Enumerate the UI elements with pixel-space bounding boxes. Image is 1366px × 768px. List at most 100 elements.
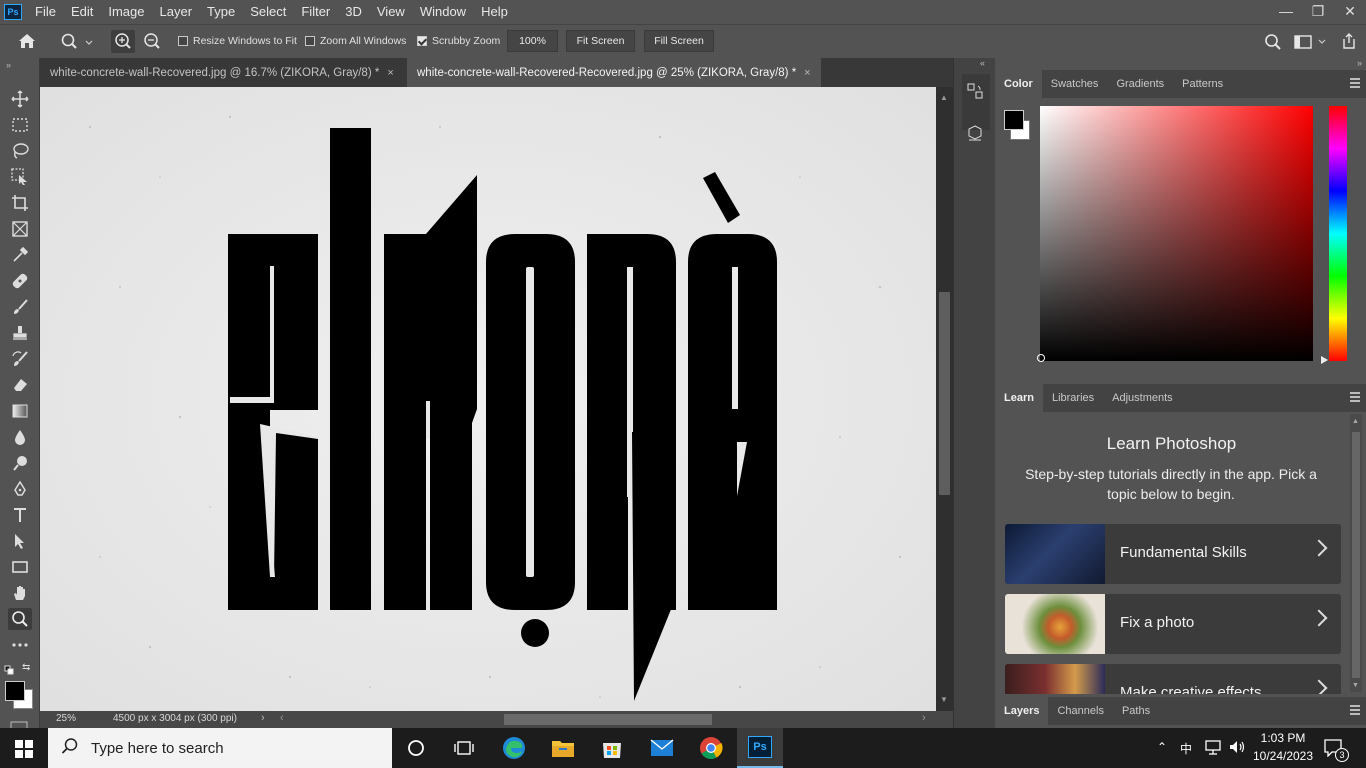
zoom-level-readout[interactable]: 25% [56, 713, 76, 724]
scroll-down-icon[interactable]: ▼ [1352, 682, 1359, 689]
menu-edit[interactable]: Edit [64, 0, 101, 24]
tab-patterns[interactable]: Patterns [1173, 70, 1232, 98]
fit-screen-button[interactable]: Fit Screen [566, 30, 635, 52]
lasso-tool-icon[interactable] [8, 140, 32, 162]
scroll-thumb[interactable] [939, 292, 950, 495]
home-icon[interactable] [18, 33, 36, 54]
file-explorer-icon[interactable] [549, 734, 577, 762]
status-menu-arrow-icon[interactable]: › [261, 712, 265, 724]
clock-time[interactable]: 1:03 PM [1252, 731, 1314, 745]
frame-tool-icon[interactable] [8, 218, 32, 240]
microsoft-store-icon[interactable] [598, 734, 626, 762]
blur-tool-icon[interactable] [8, 426, 32, 448]
tab-color[interactable]: Color [995, 70, 1042, 98]
document-canvas[interactable] [40, 87, 936, 711]
hand-tool-icon[interactable] [8, 582, 32, 604]
mail-icon[interactable] [648, 734, 676, 762]
menu-layer[interactable]: Layer [153, 0, 201, 24]
menu-type[interactable]: Type [200, 0, 243, 24]
clock-date[interactable]: 10/24/2023 [1250, 749, 1316, 763]
scrubby-zoom-checkbox[interactable]: Scrubby Zoom [417, 35, 500, 47]
scroll-up-icon[interactable]: ▲ [940, 93, 948, 102]
scroll-thumb[interactable] [1352, 432, 1360, 678]
foreground-color-swatch[interactable] [5, 681, 25, 701]
fill-screen-button[interactable]: Fill Screen [644, 30, 714, 52]
zoom-all-windows-checkbox[interactable]: Zoom All Windows [305, 35, 406, 47]
menu-filter[interactable]: Filter [294, 0, 338, 24]
workspace-icon[interactable] [1294, 34, 1328, 55]
color-picker-handle[interactable] [1037, 354, 1045, 362]
swap-colors-icon[interactable]: ⇆ [22, 662, 30, 673]
scroll-right-icon[interactable]: › [922, 712, 926, 724]
menu-3d[interactable]: 3D [338, 0, 370, 24]
close-tab-icon[interactable]: × [387, 67, 393, 79]
history-panel-icon[interactable] [966, 82, 984, 105]
zoom-percent-field[interactable]: 100% [507, 30, 558, 52]
move-tool-icon[interactable] [8, 88, 32, 110]
menu-view[interactable]: View [370, 0, 413, 24]
clone-stamp-tool-icon[interactable] [8, 322, 32, 344]
vertical-scrollbar[interactable]: ▲ ▼ [936, 87, 953, 711]
language-input-icon[interactable]: 中 [1180, 740, 1192, 757]
expand-panels-icon[interactable]: » [1357, 58, 1362, 68]
scroll-up-icon[interactable]: ▲ [1352, 418, 1359, 425]
tab-channels[interactable]: Channels [1048, 697, 1112, 725]
rectangle-tool-icon[interactable] [8, 556, 32, 578]
zoom-in-icon[interactable] [111, 30, 135, 53]
more-tools-icon[interactable] [8, 634, 32, 656]
zoom-tool-preset-icon[interactable] [60, 33, 94, 56]
pen-tool-icon[interactable] [8, 478, 32, 500]
restore-button[interactable]: ❐ [1302, 0, 1334, 22]
tab-paths[interactable]: Paths [1113, 697, 1159, 725]
crop-tool-icon[interactable] [8, 192, 32, 214]
tab-swatches[interactable]: Swatches [1042, 70, 1108, 98]
volume-icon[interactable] [1228, 739, 1246, 760]
default-colors-icon[interactable] [4, 662, 14, 680]
cortana-icon[interactable] [402, 734, 430, 762]
close-window-button[interactable]: ✕ [1334, 0, 1366, 22]
gradient-tool-icon[interactable] [8, 400, 32, 422]
color-panel-foreground-swatch[interactable] [1004, 110, 1024, 130]
tab-gradients[interactable]: Gradients [1107, 70, 1173, 98]
share-icon[interactable] [1341, 32, 1357, 55]
eyedropper-tool-icon[interactable] [8, 244, 32, 266]
task-view-icon[interactable] [450, 734, 478, 762]
menu-window[interactable]: Window [413, 0, 474, 24]
panel-menu-icon[interactable] [1350, 78, 1360, 88]
hue-slider-handle[interactable] [1321, 356, 1328, 364]
panel-menu-icon[interactable] [1350, 705, 1360, 715]
tab-layers[interactable]: Layers [995, 697, 1049, 725]
menu-image[interactable]: Image [101, 0, 152, 24]
tab-document-2[interactable]: white-concrete-wall-Recovered-Recovered.… [407, 58, 821, 87]
dodge-tool-icon[interactable] [8, 452, 32, 474]
tutorial-card-fundamental-skills[interactable]: Fundamental Skills [1005, 524, 1341, 584]
tab-document-1[interactable]: white-concrete-wall-Recovered.jpg @ 16.7… [40, 58, 406, 87]
brush-tool-icon[interactable] [8, 296, 32, 318]
tutorial-card-creative-effects[interactable]: Make creative effects [1005, 664, 1341, 694]
object-selection-tool-icon[interactable] [8, 166, 32, 188]
menu-select[interactable]: Select [243, 0, 294, 24]
tab-libraries[interactable]: Libraries [1043, 384, 1103, 412]
learn-scrollbar[interactable]: ▲ ▼ [1350, 414, 1362, 692]
scroll-down-icon[interactable]: ▼ [940, 695, 948, 704]
healing-brush-tool-icon[interactable] [8, 270, 32, 292]
resize-windows-checkbox[interactable]: Resize Windows to Fit [178, 35, 297, 47]
color-field-picker[interactable] [1040, 106, 1313, 361]
network-icon[interactable] [1204, 739, 1222, 760]
properties-panel-icon[interactable] [966, 124, 984, 147]
search-icon[interactable] [1264, 33, 1282, 56]
collapse-dock-icon[interactable]: « [980, 58, 985, 68]
path-selection-tool-icon[interactable] [8, 530, 32, 552]
tab-adjustments[interactable]: Adjustments [1103, 384, 1182, 412]
close-tab-icon[interactable]: × [804, 67, 810, 79]
edge-browser-icon[interactable] [500, 734, 528, 762]
zoom-out-icon[interactable] [140, 30, 164, 53]
zoom-tool-icon[interactable] [8, 608, 32, 630]
show-hidden-icons-icon[interactable]: ⌃ [1157, 740, 1167, 754]
taskbar-photoshop-active[interactable]: Ps [737, 728, 783, 768]
hue-slider[interactable] [1329, 106, 1347, 361]
tutorial-card-fix-a-photo[interactable]: Fix a photo [1005, 594, 1341, 654]
menu-help[interactable]: Help [474, 0, 516, 24]
collapse-toolbar-icon[interactable]: » [6, 60, 11, 70]
type-tool-icon[interactable] [8, 504, 32, 526]
